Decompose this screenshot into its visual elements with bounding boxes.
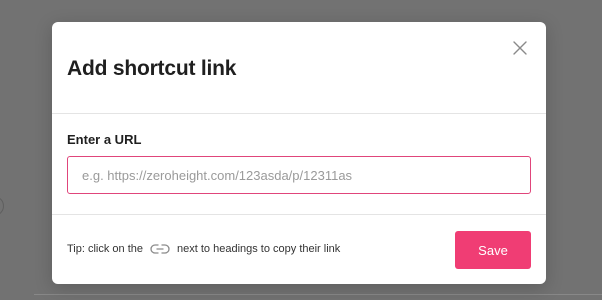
background-circle bbox=[0, 196, 4, 216]
url-input[interactable] bbox=[67, 156, 531, 194]
background-divider bbox=[34, 294, 602, 295]
url-field-label: Enter a URL bbox=[67, 132, 142, 147]
link-icon bbox=[150, 243, 170, 255]
close-icon[interactable] bbox=[512, 40, 528, 56]
tip-text-before: Tip: click on the bbox=[67, 243, 144, 255]
tip-text-after: next to headings to copy their link bbox=[177, 243, 341, 255]
header-divider bbox=[52, 113, 546, 114]
tip-text: Tip: click on the next to headings to co… bbox=[67, 243, 340, 255]
add-shortcut-modal: Add shortcut link Enter a URL Tip: click… bbox=[52, 22, 546, 284]
footer-divider bbox=[52, 214, 546, 215]
save-button[interactable]: Save bbox=[455, 231, 531, 269]
modal-title: Add shortcut link bbox=[67, 57, 237, 80]
